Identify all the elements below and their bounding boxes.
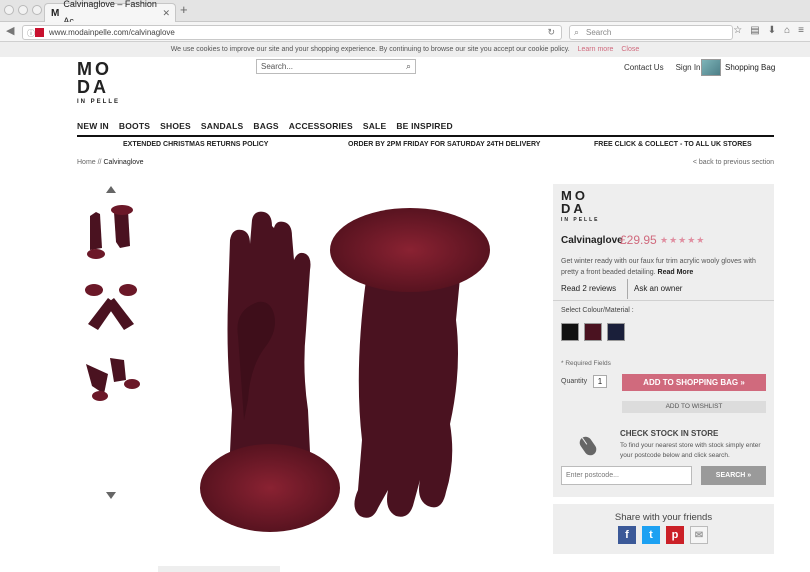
download-icon[interactable]: ⬇ [768, 25, 776, 36]
bookmark-star-icon[interactable]: ☆ [733, 25, 742, 36]
back-link[interactable]: < back to previous section [693, 159, 774, 166]
colour-swatch-navy[interactable] [607, 323, 625, 341]
search-icon[interactable]: ⌕ [406, 60, 411, 73]
product-price: £29.95 [620, 233, 657, 247]
pinterest-icon[interactable]: p [666, 526, 684, 544]
nav-item[interactable]: BAGS [253, 121, 278, 131]
bag-thumbnail [701, 59, 721, 76]
promo-delivery[interactable]: ORDER BY 2PM FRIDAY FOR SATURDAY 24TH DE… [348, 141, 540, 148]
nav-item[interactable]: SANDALS [201, 121, 244, 131]
breadcrumb-current: Calvinaglove [103, 159, 144, 166]
postcode-input[interactable]: Enter postcode... [561, 466, 692, 485]
home-icon[interactable]: ⌂ [784, 25, 790, 36]
divider [627, 279, 628, 299]
reload-icon[interactable]: ↻ [547, 26, 555, 39]
mouse-icon [579, 436, 597, 456]
thumbs-up-arrow-icon[interactable] [106, 186, 116, 193]
promo-click-collect[interactable]: FREE CLICK & COLLECT - TO ALL UK STORES [594, 141, 752, 148]
window-controls[interactable] [4, 5, 42, 15]
product-description: Get winter ready with our faux fur trim … [561, 258, 756, 276]
thumbnail-2[interactable] [80, 276, 142, 338]
share-title: Share with your friends [614, 512, 713, 523]
shopping-bag-link[interactable]: Shopping Bag [701, 59, 775, 76]
read-reviews-link[interactable]: Read 2 reviews [561, 284, 616, 293]
email-icon[interactable]: ✉ [690, 526, 708, 544]
nav-item[interactable]: ACCESSORIES [289, 121, 353, 131]
twitter-icon[interactable]: t [642, 526, 660, 544]
promo-strip: EXTENDED CHRISTMAS RETURNS POLICY ORDER … [0, 137, 810, 155]
ask-owner-link[interactable]: Ask an owner [634, 284, 682, 293]
nav-item[interactable]: SALE [363, 121, 386, 131]
rating-stars[interactable]: ★★★★★ [660, 235, 705, 246]
browser-toolbar: ◀ ⓘ www.modainpelle.com/calvinaglove ↻ ⌕… [0, 22, 810, 42]
favicon-icon: M [51, 7, 60, 19]
add-to-wishlist-button[interactable]: ADD TO WISHLIST [622, 401, 766, 413]
nav-item[interactable]: BOOTS [119, 121, 150, 131]
lower-content-edge [158, 566, 280, 572]
new-tab-icon[interactable]: + [180, 2, 188, 17]
cookie-close-link[interactable]: Close [621, 46, 639, 53]
thumbnail-3[interactable] [80, 350, 142, 412]
quantity-label: Quantity [561, 378, 588, 385]
back-icon[interactable]: ◀ [6, 24, 14, 37]
cookie-bar: We use cookies to improve our site and y… [0, 42, 810, 57]
thumbs-down-arrow-icon[interactable] [106, 492, 116, 499]
breadcrumb-home[interactable]: Home // [77, 159, 102, 166]
share-box: Share with your friends f t p ✉ [553, 504, 774, 554]
thumbnail-1[interactable] [80, 202, 142, 264]
menu-icon[interactable]: ≡ [798, 25, 804, 36]
url-text: www.modainpelle.com/calvinaglove [49, 28, 175, 37]
browser-tools: ☆ ▤ ⬇ ⌂ ≡ [733, 25, 804, 36]
site-logo[interactable]: MO DA IN PELLE [77, 60, 121, 105]
quantity-input[interactable]: 1 [593, 375, 607, 388]
read-more-link[interactable]: Read More [658, 269, 694, 276]
address-bar[interactable]: ⓘ www.modainpelle.com/calvinaglove ↻ [22, 25, 562, 40]
product-main-image[interactable] [170, 190, 510, 540]
cookie-text: We use cookies to improve our site and y… [170, 46, 570, 53]
sign-in-link[interactable]: Sign In [676, 63, 701, 72]
browser-search-placeholder: Search [586, 28, 612, 37]
product-panel: MO DA IN PELLE Calvinaglove £29.95 ★★★★★… [553, 184, 774, 497]
required-fields-note: * Required Fields [561, 360, 611, 367]
stock-search-button[interactable]: SEARCH » [701, 466, 766, 485]
divider [553, 300, 774, 301]
nav-item[interactable]: NEW IN [77, 121, 109, 131]
add-to-bag-button[interactable]: ADD TO SHOPPING BAG » [622, 374, 766, 391]
top-links: Contact Us Sign In [624, 63, 700, 72]
colour-swatch-black[interactable] [561, 323, 579, 341]
site-favicon-icon [35, 28, 44, 37]
browser-tab-strip: M Calvinaglove – Fashion Ac… ✕ + [0, 0, 810, 26]
promo-returns[interactable]: EXTENDED CHRISTMAS RETURNS POLICY [123, 141, 268, 148]
main-nav: NEW IN BOOTS SHOES SANDALS BAGS ACCESSOR… [77, 121, 453, 131]
contact-us-link[interactable]: Contact Us [624, 63, 664, 72]
breadcrumb: Home // Calvinaglove < back to previous … [0, 155, 810, 175]
brand-logo: MO DA IN PELLE [561, 188, 600, 223]
colour-label: Select Colour/Material : [561, 307, 634, 314]
cookie-learn-more-link[interactable]: Learn more [578, 46, 614, 53]
tab-close-icon[interactable]: ✕ [162, 5, 170, 22]
nav-item[interactable]: BE INSPIRED [396, 121, 453, 131]
stock-description: To find your nearest store with stock si… [620, 442, 761, 459]
reading-list-icon[interactable]: ▤ [750, 25, 759, 36]
site-search-input[interactable]: Search... ⌕ [256, 59, 416, 74]
site-header: MO DA IN PELLE Search... ⌕ Contact Us Si… [0, 57, 810, 137]
product-name: Calvinaglove [561, 235, 623, 246]
browser-search[interactable]: ⌕ Search [569, 25, 733, 40]
nav-item[interactable]: SHOES [160, 121, 191, 131]
browser-tab[interactable]: M Calvinaglove – Fashion Ac… ✕ [44, 0, 176, 26]
stock-title: CHECK STOCK IN STORE [620, 429, 719, 438]
search-icon: ⌕ [574, 27, 580, 37]
info-icon[interactable]: ⓘ [27, 27, 35, 40]
facebook-icon[interactable]: f [618, 526, 636, 544]
colour-swatch-burgundy[interactable] [584, 323, 602, 341]
